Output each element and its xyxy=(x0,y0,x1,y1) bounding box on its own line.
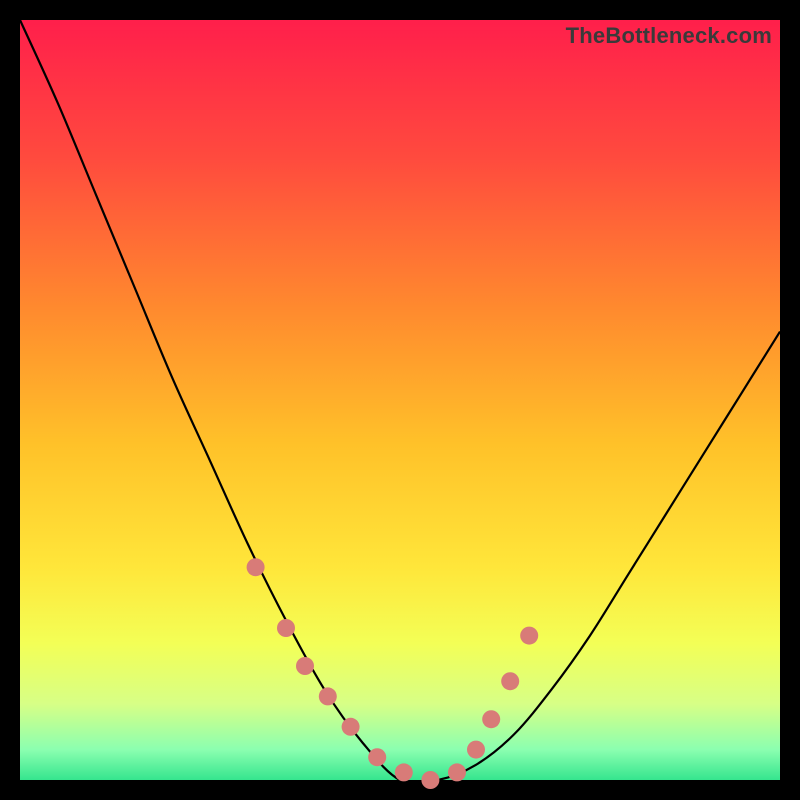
curve-marker xyxy=(277,619,295,637)
chart-plot xyxy=(20,20,780,780)
curve-marker xyxy=(421,771,439,789)
bottleneck-curve xyxy=(20,20,780,783)
curve-marker xyxy=(448,763,466,781)
curve-marker xyxy=(342,718,360,736)
curve-marker xyxy=(501,672,519,690)
curve-marker xyxy=(482,710,500,728)
curve-marker xyxy=(467,741,485,759)
curve-markers xyxy=(247,558,539,789)
curve-marker xyxy=(319,687,337,705)
curve-marker xyxy=(368,748,386,766)
curve-marker xyxy=(395,763,413,781)
curve-marker xyxy=(247,558,265,576)
curve-marker xyxy=(296,657,314,675)
curve-marker xyxy=(520,627,538,645)
chart-frame: TheBottleneck.com xyxy=(20,20,780,780)
watermark-text: TheBottleneck.com xyxy=(566,23,772,49)
